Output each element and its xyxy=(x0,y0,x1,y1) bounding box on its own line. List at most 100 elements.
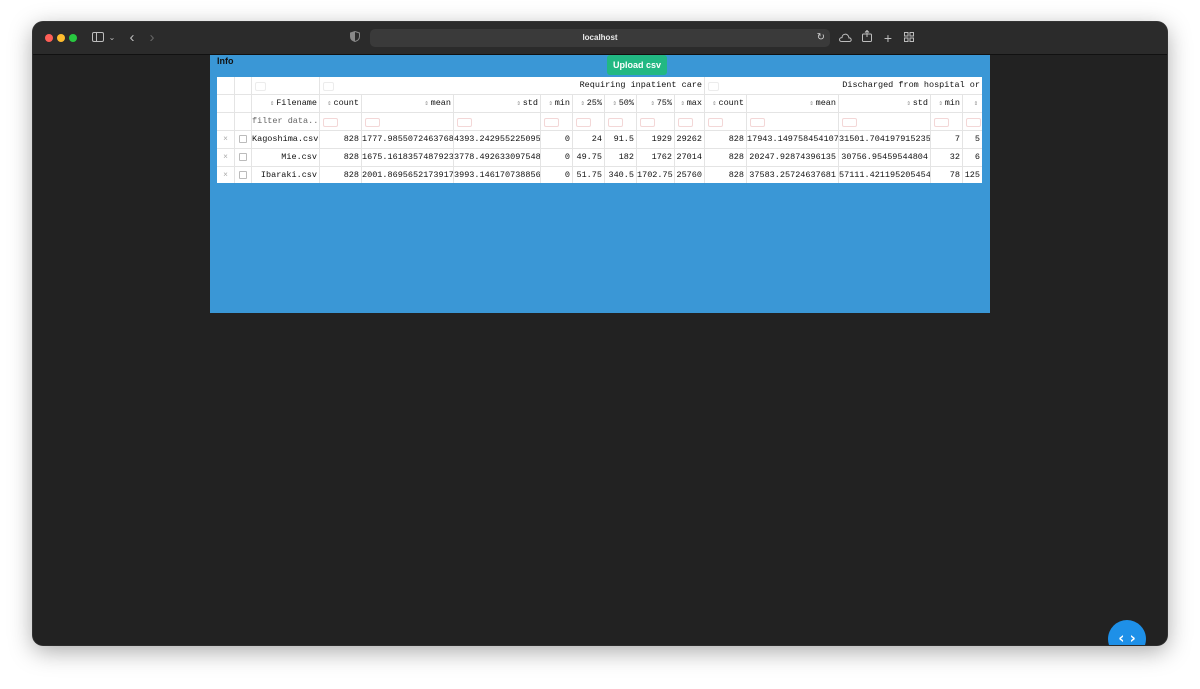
sort-icon[interactable]: ⇕ xyxy=(424,100,428,108)
checkbox-icon xyxy=(239,152,247,161)
sort-icon[interactable]: ⇕ xyxy=(580,100,584,108)
filter-input[interactable] xyxy=(454,113,541,131)
table-cell: 828 xyxy=(320,149,362,167)
filter-input[interactable] xyxy=(637,113,675,131)
table-cell: 31501.704197915235 xyxy=(839,131,931,149)
header-ctl-cell xyxy=(217,95,235,113)
sort-icon[interactable]: ⇕ xyxy=(270,100,274,108)
minimize-window-button[interactable] xyxy=(57,34,65,42)
table-cell: 20247.92874396135 xyxy=(747,149,839,167)
code-toggle-button[interactable]: ‹ › xyxy=(1108,620,1146,645)
row-select-checkbox[interactable] xyxy=(235,149,252,167)
delete-row-button[interactable]: × xyxy=(217,149,235,167)
filter-input[interactable] xyxy=(675,113,705,131)
delete-row-button[interactable]: × xyxy=(217,167,235,183)
checkbox-icon xyxy=(239,134,247,143)
group-header-label: Discharged from hospital or xyxy=(842,80,980,90)
sort-icon[interactable]: ⇕ xyxy=(650,100,654,108)
sort-icon[interactable]: ⇕ xyxy=(974,100,978,108)
group-header-label: Requiring inpatient care xyxy=(579,80,702,90)
filter-input[interactable]: filter data... xyxy=(252,113,320,131)
browser-titlebar: ⌄ ‹ › localhost ↻ + xyxy=(33,22,1167,55)
row-select-checkbox[interactable] xyxy=(235,167,252,183)
column-header-label: std xyxy=(522,98,538,108)
corner-cell xyxy=(217,77,235,95)
column-header-75pct[interactable]: ⇕ 75% xyxy=(637,95,675,113)
column-header-50pct[interactable]: ⇕ 50% xyxy=(605,95,637,113)
filter-input[interactable] xyxy=(541,113,573,131)
column-header-label: Filename xyxy=(276,98,317,108)
filter-input[interactable] xyxy=(747,113,839,131)
filter-placeholder: filter data... xyxy=(252,116,320,126)
sort-icon[interactable]: ⇕ xyxy=(548,100,552,108)
sort-icon[interactable]: ⇕ xyxy=(327,100,331,108)
column-header-label: mean xyxy=(430,98,451,108)
sort-icon[interactable]: ⇕ xyxy=(938,100,942,108)
checkbox-icon xyxy=(239,170,247,179)
filter-input[interactable] xyxy=(320,113,362,131)
column-header-count[interactable]: ⇕ count xyxy=(705,95,747,113)
sidebar-toggle-icon[interactable] xyxy=(91,29,105,47)
sort-icon[interactable]: ⇕ xyxy=(612,100,616,108)
reload-icon[interactable]: ↻ xyxy=(817,29,825,47)
column-header-25pct[interactable]: ⇕ 25% xyxy=(573,95,605,113)
column-header-label: min xyxy=(944,98,960,108)
table-cell: 27014 xyxy=(675,149,705,167)
column-header-partial[interactable]: ⇕ xyxy=(963,95,982,113)
close-window-button[interactable] xyxy=(45,34,53,42)
filter-input[interactable] xyxy=(963,113,982,131)
table-cell: 3993.146170738856 xyxy=(454,167,541,183)
table-cell: 57111.421195205454 xyxy=(839,167,931,183)
table-cell: 828 xyxy=(320,167,362,183)
new-tab-icon[interactable]: + xyxy=(882,29,894,47)
share-icon[interactable] xyxy=(861,29,873,47)
table-cell: 182 xyxy=(605,149,637,167)
column-header-std[interactable]: ⇕ std xyxy=(454,95,541,113)
table-cell: 91.5 xyxy=(605,131,637,149)
column-header-mean[interactable]: ⇕ mean xyxy=(747,95,839,113)
column-header-filename[interactable]: ⇕ Filename xyxy=(252,95,320,113)
table-cell: 25760 xyxy=(675,167,705,183)
back-arrow-icon[interactable]: ‹ xyxy=(126,29,138,47)
url-text: localhost xyxy=(582,33,618,42)
filter-input[interactable] xyxy=(362,113,454,131)
sort-icon[interactable]: ⇕ xyxy=(516,100,520,108)
zoom-window-button[interactable] xyxy=(69,34,77,42)
delete-row-button[interactable]: × xyxy=(217,131,235,149)
sort-icon[interactable]: ⇕ xyxy=(809,100,813,108)
column-header-count[interactable]: ⇕ count xyxy=(320,95,362,113)
filter-input[interactable] xyxy=(573,113,605,131)
column-header-mean[interactable]: ⇕ mean xyxy=(362,95,454,113)
filter-input[interactable] xyxy=(705,113,747,131)
table-cell: 5 xyxy=(963,131,982,149)
sort-icon[interactable]: ⇕ xyxy=(712,100,716,108)
cloud-icon[interactable] xyxy=(838,29,852,47)
column-header-min[interactable]: ⇕ min xyxy=(931,95,963,113)
column-header-label: 50% xyxy=(618,98,634,108)
filter-input[interactable] xyxy=(839,113,931,131)
address-bar[interactable]: localhost ↻ xyxy=(370,29,830,47)
column-header-max[interactable]: ⇕ max xyxy=(675,95,705,113)
table-cell: 1777.9855072463768 xyxy=(362,131,454,149)
info-panel: Info Upload csv Requiring inpatient care… xyxy=(210,55,990,313)
privacy-shield-icon[interactable] xyxy=(348,29,362,47)
filter-input[interactable] xyxy=(931,113,963,131)
table-cell: 30756.95459544804 xyxy=(839,149,931,167)
group-header: Discharged from hospital or xyxy=(705,77,982,95)
row-select-checkbox[interactable] xyxy=(235,131,252,149)
filter-input[interactable] xyxy=(605,113,637,131)
sort-icon[interactable]: ⇕ xyxy=(906,100,910,108)
upload-csv-button[interactable]: Upload csv xyxy=(607,55,667,75)
tab-overview-icon[interactable] xyxy=(902,29,916,47)
column-header-min[interactable]: ⇕ min xyxy=(541,95,573,113)
page-content: Info Upload csv Requiring inpatient care… xyxy=(33,55,1167,645)
table-cell: 3778.492633097548 xyxy=(454,149,541,167)
column-header-label: count xyxy=(333,98,359,108)
chevron-down-icon[interactable]: ⌄ xyxy=(107,29,117,47)
column-header-label: max xyxy=(686,98,702,108)
table-cell: 1675.1618357487923 xyxy=(362,149,454,167)
table-cell: 37583.25724637681 xyxy=(747,167,839,183)
column-header-std[interactable]: ⇕ std xyxy=(839,95,931,113)
sort-icon[interactable]: ⇕ xyxy=(680,100,684,108)
forward-arrow-icon[interactable]: › xyxy=(146,29,158,47)
